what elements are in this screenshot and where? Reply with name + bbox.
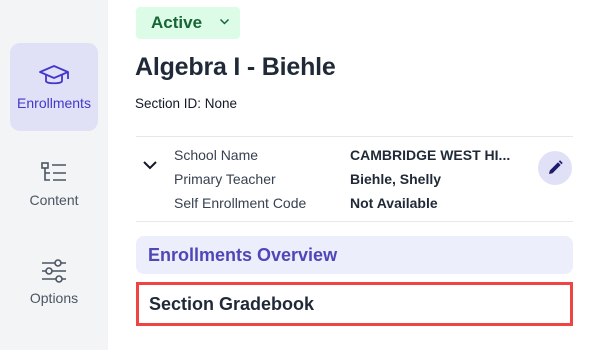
detail-value-school-name: CAMBRIDGE WEST HI...: [350, 147, 511, 163]
edit-button[interactable]: [538, 151, 572, 185]
detail-label-school-name: School Name: [174, 147, 259, 163]
chevron-down-icon[interactable]: [142, 159, 158, 171]
page-title: Algebra I - Biehle: [135, 53, 336, 81]
enrollments-overview-label: Enrollments Overview: [148, 244, 338, 265]
sliders-icon: [42, 259, 66, 283]
sidebar-item-enrollments[interactable]: Enrollments: [10, 43, 98, 131]
section-gradebook-label: Section Gradebook: [149, 293, 315, 314]
divider: [136, 221, 573, 222]
status-label: Active: [151, 13, 203, 32]
sidebar-item-label: Content: [29, 192, 79, 208]
status-dropdown[interactable]: Active: [136, 7, 240, 39]
sidebar-item-label: Enrollments: [17, 95, 91, 111]
enrollments-overview-link[interactable]: Enrollments Overview: [136, 236, 573, 274]
detail-value-primary-teacher: Biehle, Shelly: [350, 171, 442, 187]
main-panel: Active Algebra I - Biehle Section ID: No…: [108, 0, 590, 350]
detail-value-self-enrollment-code: Not Available: [350, 195, 438, 211]
section-id: Section ID: None: [135, 96, 238, 111]
pencil-icon: [549, 160, 563, 174]
sidebar-item-content[interactable]: Content: [10, 160, 98, 208]
sidebar-item-label: Options: [29, 290, 79, 306]
sidebar-item-options[interactable]: Options: [10, 258, 98, 306]
section-gradebook-link[interactable]: Section Gradebook: [136, 282, 573, 326]
detail-label-primary-teacher: Primary Teacher: [174, 171, 276, 187]
sidebar: Enrollments Content Options: [0, 0, 108, 350]
graduation-cap-icon: [39, 65, 69, 85]
detail-label-self-enrollment-code: Self Enrollment Code: [174, 195, 307, 211]
tree-list-icon: [41, 162, 66, 181]
chevron-down-icon: [219, 18, 230, 25]
divider: [136, 136, 573, 137]
